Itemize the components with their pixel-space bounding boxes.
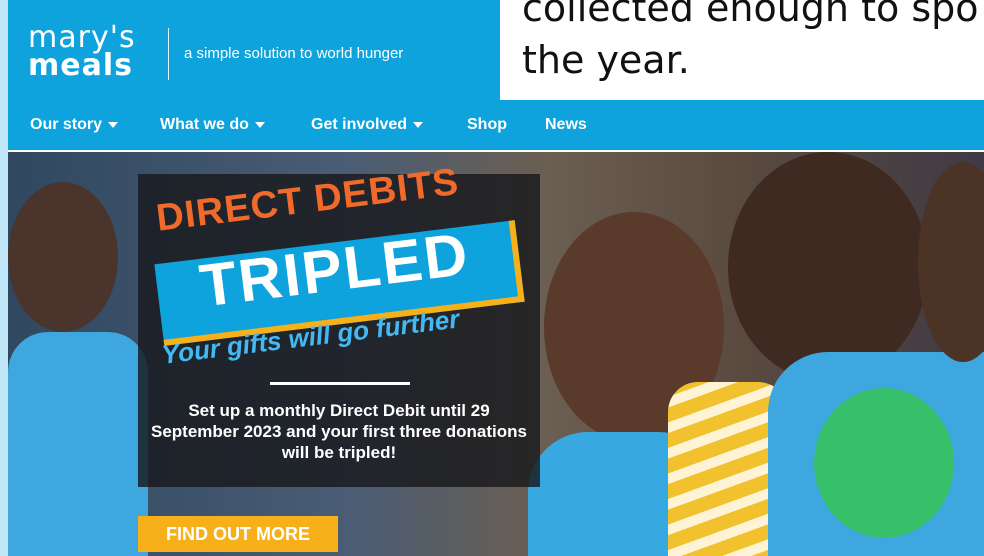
nav-get-involved[interactable]: Get involved [311,100,424,150]
slide-line-2: the year. [522,38,690,82]
promo-body-text-2: and your first three donations will be [281,422,527,462]
site-tagline: a simple solution to world hunger [184,45,404,62]
promo-body-end: ! [390,443,397,462]
promo-box: DIRECT DEBITS TRIPLED Your gifts will go… [138,161,540,487]
slide-line-1: collected enough to spo [522,0,979,30]
hero-banner: DIRECT DEBITS TRIPLED Your gifts will go… [8,152,984,556]
logo-line-2: meals [28,48,133,83]
promo-body-emphasis: tripled [338,443,391,462]
nav-shop-label: Shop [467,116,507,133]
nav-our-story[interactable]: Our story [30,100,119,150]
green-cup [814,388,954,538]
promo-body-text: Set up a monthly Direct Debit until [188,401,467,420]
main-navigation: Our story What we do Get involved Shop N… [8,100,984,152]
logo-divider [168,28,169,80]
chevron-down-icon [108,121,119,128]
nav-our-story-label: Our story [30,116,103,133]
site-header: mary's meals a simple solution to world … [8,0,500,100]
nav-shop[interactable]: Shop [467,100,507,150]
marys-meals-logo[interactable]: mary's meals [28,23,136,83]
promo-body: Set up a monthly Direct Debit until 29 S… [146,400,532,463]
find-out-more-button[interactable]: FIND OUT MORE [138,516,338,552]
nav-news[interactable]: News [545,100,587,150]
nav-what-we-do-label: What we do [160,116,249,133]
nav-news-label: News [545,116,587,133]
chevron-down-icon [254,121,265,128]
promo-divider [270,382,410,385]
nav-what-we-do[interactable]: What we do [160,100,265,150]
page-left-edge [0,0,8,556]
child-photo [728,152,928,382]
nav-get-involved-label: Get involved [311,116,408,133]
chevron-down-icon [413,121,424,128]
child-photo [8,182,118,332]
overlay-slide-text: collected enough to spo the year. [500,0,984,100]
child-photo [8,332,148,556]
child-photo [918,162,984,362]
